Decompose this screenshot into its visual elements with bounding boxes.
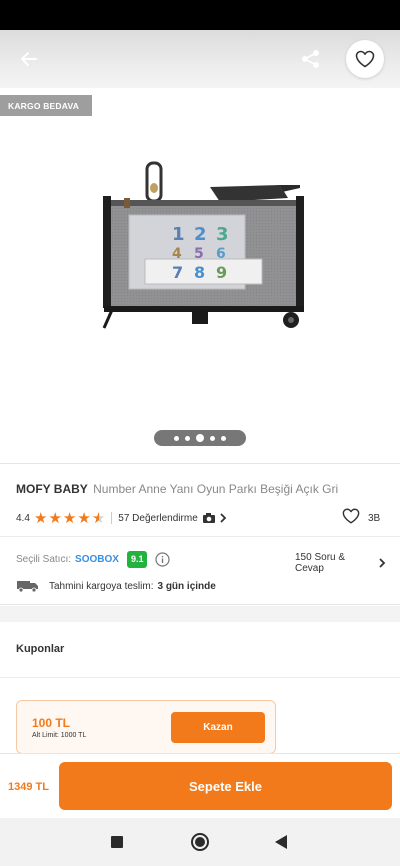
info-icon[interactable] bbox=[155, 551, 171, 567]
svg-text:2: 2 bbox=[194, 224, 207, 245]
product-info: MOFY BABY Number Anne Yanı Oyun Parkı Be… bbox=[0, 463, 400, 605]
coupons-section: Kuponlar bbox=[0, 622, 400, 678]
coupon-amount: 100 TL bbox=[32, 716, 71, 730]
questions-answers-link[interactable]: 150 Soru & Cevap bbox=[295, 552, 386, 574]
rating-row[interactable]: 4.4 ★ ★ ★ ★ ★ 57 Değerlendirme 3B bbox=[16, 507, 386, 527]
product-name: Number Anne Yanı Oyun Parkı Beşiği Açık … bbox=[93, 482, 339, 496]
heart-outline-icon bbox=[355, 50, 375, 68]
back-triangle-icon[interactable] bbox=[275, 835, 287, 849]
product-image: 1 2 3 4 5 6 7 8 9 bbox=[102, 161, 304, 329]
status-bar bbox=[0, 0, 400, 30]
gallery-header bbox=[0, 30, 400, 88]
brand-name[interactable]: MOFY BABY bbox=[16, 482, 88, 496]
truck-icon bbox=[16, 579, 40, 593]
favorite-button[interactable] bbox=[346, 40, 384, 78]
coupons-title: Kuponlar bbox=[16, 643, 65, 655]
svg-text:1: 1 bbox=[172, 224, 185, 245]
pager-dot[interactable] bbox=[210, 435, 215, 441]
delivery-label: Tahmini kargoya teslim: bbox=[49, 580, 154, 592]
seller-name-link[interactable]: SOOBOX bbox=[75, 554, 119, 565]
recents-icon[interactable] bbox=[111, 836, 123, 848]
home-icon[interactable] bbox=[191, 833, 209, 851]
svg-text:8: 8 bbox=[194, 263, 205, 282]
star-icon: ★ bbox=[48, 509, 62, 527]
star-half-icon: ★ bbox=[91, 509, 106, 527]
pager-dot[interactable] bbox=[221, 435, 226, 441]
chevron-right-icon bbox=[219, 513, 227, 523]
svg-text:7: 7 bbox=[172, 263, 183, 282]
coupon-claim-button[interactable]: Kazan bbox=[171, 712, 265, 743]
questions-answers-label: 150 Soru & Cevap bbox=[295, 552, 346, 574]
section-separator bbox=[0, 606, 400, 622]
gallery-pager[interactable] bbox=[154, 430, 246, 446]
svg-text:9: 9 bbox=[216, 263, 227, 282]
price: 1349 TL bbox=[8, 781, 49, 793]
coupon-limit: Alt Limit: 1000 TL bbox=[32, 732, 87, 739]
svg-text:3: 3 bbox=[216, 224, 229, 245]
svg-text:5: 5 bbox=[194, 246, 204, 262]
divider bbox=[0, 536, 400, 537]
star-icon: ★ bbox=[62, 509, 77, 527]
coupon-card: 100 TL Alt Limit: 1000 TL Kazan bbox=[16, 700, 276, 754]
like-count: 3B bbox=[368, 513, 381, 524]
seller-score-badge: 9.1 bbox=[126, 550, 148, 568]
rating-stars: ★ ★ ★ ★ ★ bbox=[34, 511, 105, 526]
pager-dot[interactable] bbox=[174, 435, 179, 441]
svg-text:6: 6 bbox=[216, 246, 226, 262]
camera-icon bbox=[202, 512, 216, 524]
share-icon bbox=[302, 50, 319, 68]
heart-outline-icon[interactable] bbox=[342, 507, 360, 525]
star-icon: ★ bbox=[34, 509, 48, 527]
seller-row: Seçili Satıcı: SOOBOX 9.1 150 Soru & Cev… bbox=[16, 550, 386, 574]
system-nav-bar bbox=[0, 818, 400, 866]
home-icon-inner bbox=[195, 837, 205, 847]
arrow-left-icon bbox=[21, 52, 37, 66]
reviews-link[interactable]: 57 Değerlendirme bbox=[118, 513, 198, 524]
divider bbox=[111, 512, 113, 524]
seller-label: Seçili Satıcı: bbox=[16, 553, 72, 565]
pager-dot[interactable] bbox=[185, 435, 190, 441]
delivery-row: Tahmini kargoya teslim: 3 gün içinde bbox=[16, 578, 386, 594]
back-button[interactable] bbox=[14, 44, 44, 74]
star-icon: ★ bbox=[77, 509, 91, 527]
chevron-right-icon bbox=[378, 558, 386, 568]
product-gallery[interactable]: KARGO BEDAVA 1 2 3 4 5 6 7 8 9 bbox=[0, 30, 400, 460]
product-title: MOFY BABY Number Anne Yanı Oyun Parkı Be… bbox=[16, 482, 386, 496]
delivery-value: 3 gün içinde bbox=[157, 580, 216, 592]
pager-dot-active[interactable] bbox=[196, 434, 204, 442]
add-to-cart-bar: 1349 TL Sepete Ekle bbox=[0, 753, 400, 818]
share-button[interactable] bbox=[296, 44, 326, 74]
rating-value: 4.4 bbox=[16, 512, 30, 524]
add-to-cart-button[interactable]: Sepete Ekle bbox=[59, 762, 392, 810]
svg-text:4: 4 bbox=[172, 246, 182, 262]
free-shipping-badge: KARGO BEDAVA bbox=[0, 95, 92, 116]
